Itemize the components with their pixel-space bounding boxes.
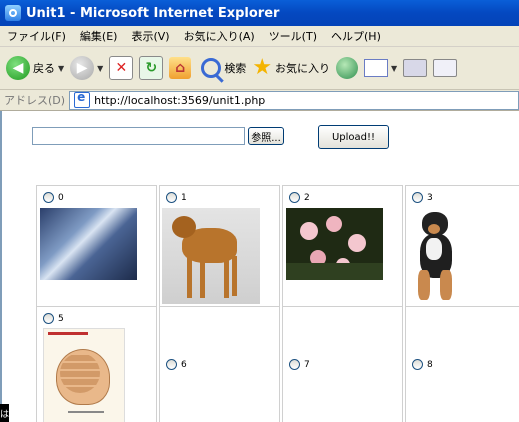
- taskbar-fragment: は: [0, 404, 9, 422]
- flowers-photo: [286, 208, 383, 280]
- upload-button[interactable]: Upload!!: [318, 125, 389, 149]
- mail-icon: [364, 59, 389, 77]
- menu-help[interactable]: ヘルプ(H): [324, 28, 388, 44]
- address-bar: アドレス(D) http://localhost:3569/unit1.php: [0, 90, 519, 111]
- star-icon: ★: [252, 55, 273, 80]
- browse-button[interactable]: 参照...: [248, 127, 284, 145]
- mail-button[interactable]: ▼: [364, 59, 397, 77]
- chevron-down-icon[interactable]: ▼: [391, 64, 397, 73]
- menu-edit[interactable]: 編集(E): [73, 28, 125, 44]
- cell-label: 6: [181, 359, 187, 370]
- cell-label: 7: [304, 359, 310, 370]
- menu-view[interactable]: 表示(V): [124, 28, 176, 44]
- browser-window: Unit1 - Microsoft Internet Explorer ファイル…: [0, 0, 519, 422]
- back-label: 戻る: [33, 62, 55, 75]
- favorites-button[interactable]: ★ お気に入り: [252, 57, 330, 79]
- file-path-input[interactable]: [32, 127, 245, 145]
- address-input[interactable]: http://localhost:3569/unit1.php: [69, 90, 519, 110]
- home-button[interactable]: ⌂: [169, 57, 192, 79]
- home-icon: ⌂: [169, 57, 192, 79]
- cell-label: 1: [181, 192, 187, 203]
- grid-cell: 0: [36, 185, 157, 307]
- page-content: 参照... Upload!! 0 1 2 3 5 6 7 8: [0, 111, 519, 422]
- cell-option[interactable]: 8: [412, 359, 433, 370]
- dog-photo: [162, 208, 260, 304]
- forward-arrow-icon: ▶: [70, 56, 95, 80]
- back-arrow-icon: ◀: [6, 56, 30, 80]
- menu-file[interactable]: ファイル(F): [0, 28, 73, 44]
- address-label: アドレス(D): [4, 94, 66, 107]
- cell-label: 0: [58, 192, 64, 203]
- search-icon: [201, 58, 222, 78]
- refresh-button[interactable]: ↻: [139, 56, 164, 80]
- stop-button[interactable]: ✕: [109, 56, 134, 80]
- grid-cell: 6: [159, 306, 280, 422]
- grid-cell: 8: [405, 306, 519, 422]
- dog-sitting-photo: [408, 208, 468, 304]
- history-icon: [336, 57, 359, 79]
- radio-button[interactable]: [289, 192, 300, 203]
- cell-label: 2: [304, 192, 310, 203]
- cell-label: 8: [427, 359, 433, 370]
- menu-bar: ファイル(F) 編集(E) 表示(V) お気に入り(A) ツール(T) ヘルプ(…: [0, 26, 519, 47]
- print-button[interactable]: [403, 59, 428, 77]
- history-button[interactable]: [336, 57, 359, 79]
- forward-button[interactable]: ▶ ▼: [70, 56, 103, 80]
- cd-cover-photo: [40, 208, 137, 280]
- title-bar[interactable]: Unit1 - Microsoft Internet Explorer: [0, 0, 519, 26]
- cell-option[interactable]: 5: [43, 313, 64, 324]
- chevron-down-icon[interactable]: ▼: [58, 64, 64, 73]
- brain-diagram-photo: [43, 328, 125, 422]
- radio-button[interactable]: [412, 192, 423, 203]
- refresh-icon: ↻: [139, 56, 164, 80]
- grid-cell: 7: [282, 306, 403, 422]
- radio-button[interactable]: [43, 192, 54, 203]
- grid-cell: 1: [159, 185, 280, 307]
- cell-label: 3: [427, 192, 433, 203]
- edit-icon: [433, 59, 458, 77]
- search-label: 検索: [224, 62, 247, 75]
- grid-cell: 2: [282, 185, 403, 307]
- cell-option[interactable]: 7: [289, 359, 310, 370]
- back-button[interactable]: ◀ 戻る ▼: [6, 56, 64, 80]
- menu-tools[interactable]: ツール(T): [262, 28, 324, 44]
- ie-icon: [5, 5, 21, 21]
- grid-cell: 5: [36, 306, 157, 422]
- stop-icon: ✕: [109, 56, 134, 80]
- cell-option[interactable]: 3: [412, 192, 433, 203]
- address-url[interactable]: http://localhost:3569/unit1.php: [94, 94, 265, 107]
- window-title: Unit1 - Microsoft Internet Explorer: [26, 5, 280, 21]
- grid-cell: 3: [405, 185, 519, 307]
- radio-button[interactable]: [289, 359, 300, 370]
- chevron-down-icon[interactable]: ▼: [97, 64, 103, 73]
- cell-option[interactable]: 1: [166, 192, 187, 203]
- edit-button[interactable]: [433, 59, 458, 77]
- radio-button[interactable]: [166, 192, 177, 203]
- favorites-label: お気に入り: [275, 62, 331, 75]
- print-icon: [403, 59, 428, 77]
- radio-button[interactable]: [412, 359, 423, 370]
- cell-label: 5: [58, 313, 64, 324]
- page-icon: [74, 90, 91, 108]
- radio-button[interactable]: [166, 359, 177, 370]
- cell-option[interactable]: 6: [166, 359, 187, 370]
- menu-favorites[interactable]: お気に入り(A): [177, 28, 262, 44]
- cell-option[interactable]: 0: [43, 192, 64, 203]
- toolbar: ◀ 戻る ▼ ▶ ▼ ✕ ↻ ⌂ 検索 ★ お気に入り ▼: [0, 47, 519, 90]
- radio-button[interactable]: [43, 313, 54, 324]
- cell-option[interactable]: 2: [289, 192, 310, 203]
- search-button[interactable]: 検索: [201, 58, 246, 78]
